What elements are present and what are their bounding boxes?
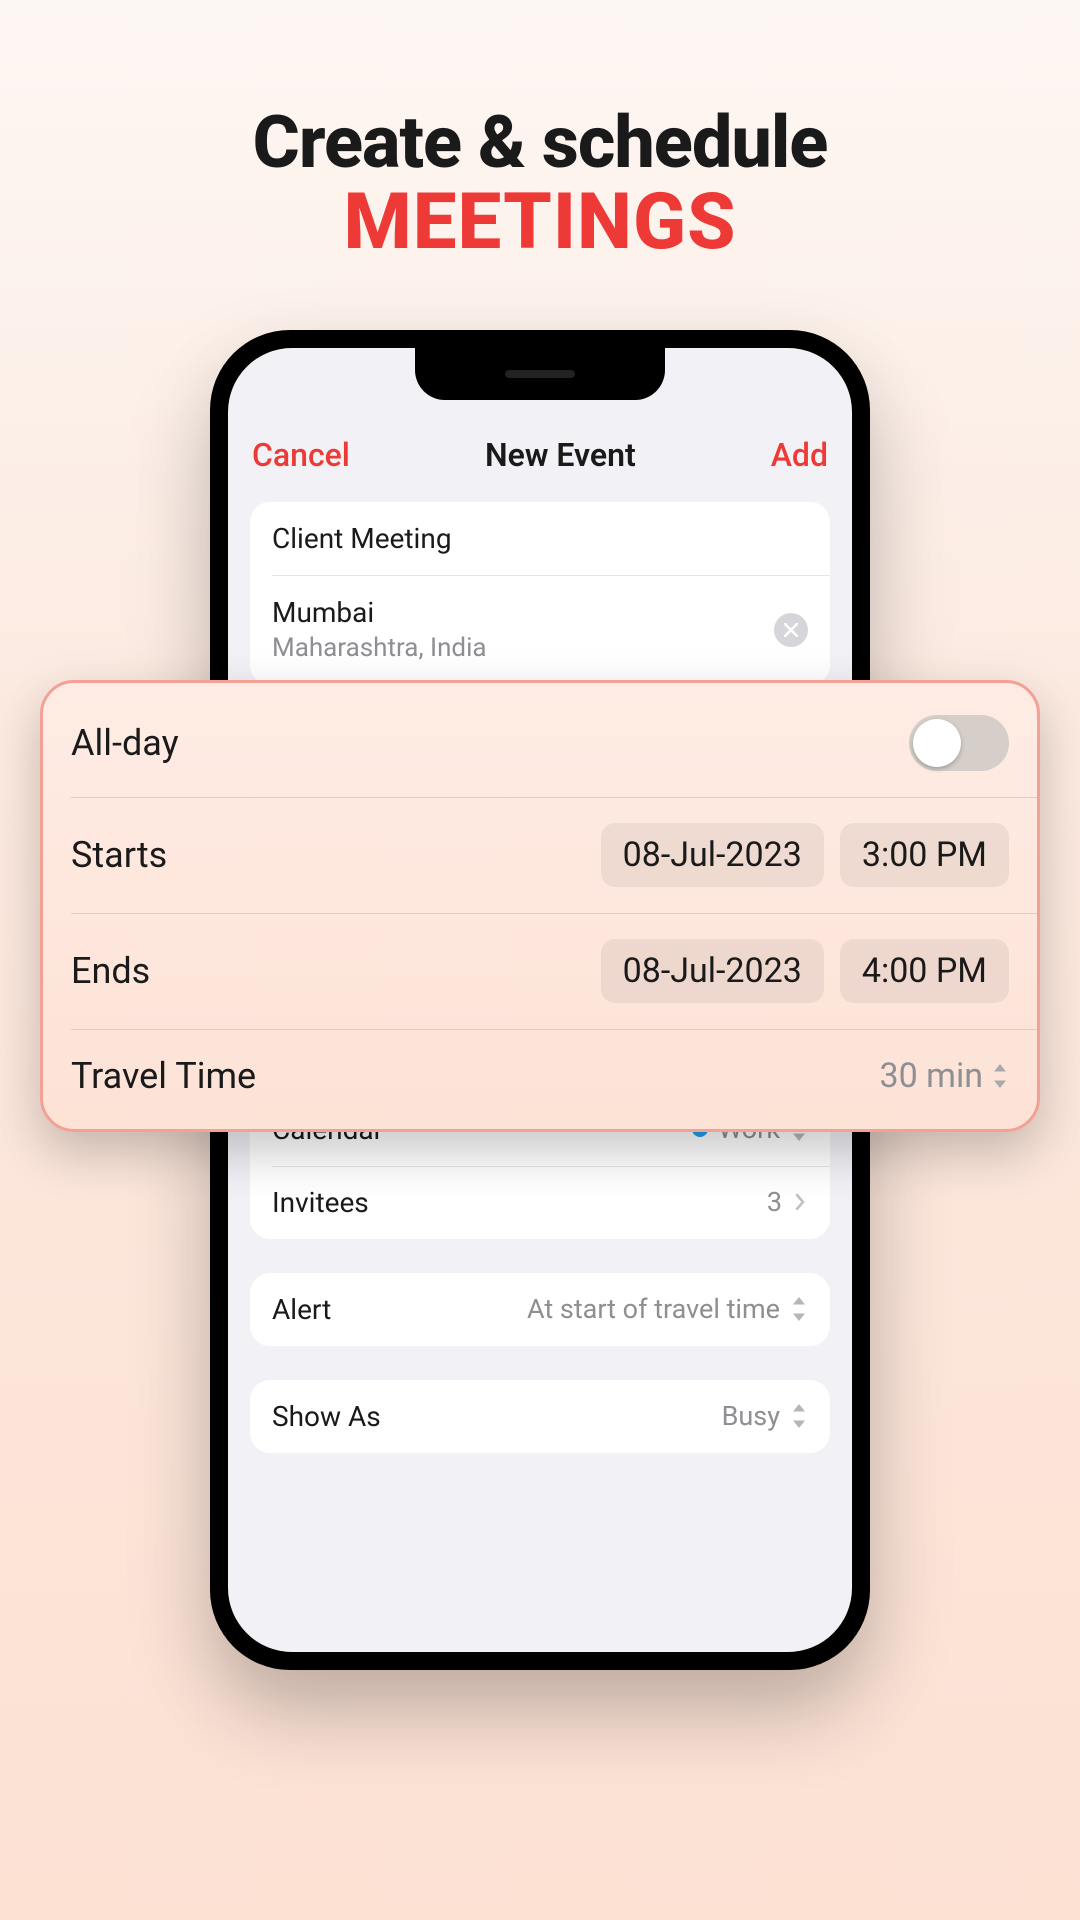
alert-card: Alert At start of travel time [250,1273,830,1346]
all-day-row: All-day [43,689,1037,797]
showas-row[interactable]: Show As Busy [250,1380,830,1453]
ends-row: Ends 08-Jul-2023 4:00 PM [43,913,1037,1029]
updown-icon [991,1064,1009,1088]
time-popout-card: All-day Starts 08-Jul-2023 3:00 PM Ends … [40,680,1040,1132]
all-day-toggle[interactable] [909,715,1009,771]
starts-date-chip[interactable]: 08-Jul-2023 [601,823,824,887]
alert-value: At start of travel time [527,1293,780,1325]
updown-icon [790,1404,808,1428]
marketing-headline: Create & schedule MEETINGS [0,0,1080,262]
travel-time-value: 30 min [879,1056,983,1096]
ends-time-chip[interactable]: 4:00 PM [840,939,1009,1003]
showas-label: Show As [272,1400,381,1433]
location-secondary: Maharashtra, India [272,632,487,665]
ends-label: Ends [71,950,150,992]
event-basic-card: Client Meeting Mumbai Maharashtra, India [250,502,830,685]
close-icon [784,623,798,637]
alert-label: Alert [272,1293,331,1326]
invitees-value-group: 3 [767,1186,808,1218]
chevron-right-icon [792,1194,808,1210]
showas-value-group: Busy [722,1400,808,1432]
headline-line-1: Create & schedule [0,105,1080,181]
event-title-field[interactable]: Client Meeting [250,502,830,575]
toggle-knob [913,719,961,767]
navbar: Cancel New Event Add [228,418,852,502]
travel-time-row[interactable]: Travel Time 30 min [43,1029,1037,1123]
starts-label: Starts [71,834,167,876]
event-location-text: Mumbai Maharashtra, India [272,595,487,665]
add-button[interactable]: Add [771,436,828,474]
starts-row: Starts 08-Jul-2023 3:00 PM [43,797,1037,913]
starts-time-chip[interactable]: 3:00 PM [840,823,1009,887]
invitees-label: Invitees [272,1186,369,1219]
phone-notch [415,348,665,400]
cancel-button[interactable]: Cancel [252,436,350,474]
ends-date-chip[interactable]: 08-Jul-2023 [601,939,824,1003]
location-primary: Mumbai [272,595,487,630]
showas-card: Show As Busy [250,1380,830,1453]
all-day-label: All-day [71,722,179,764]
invitees-value: 3 [767,1186,782,1218]
alert-value-group: At start of travel time [527,1293,808,1325]
event-location-field[interactable]: Mumbai Maharashtra, India [250,575,830,685]
updown-icon [790,1297,808,1321]
event-title-value: Client Meeting [272,522,452,555]
showas-value: Busy [722,1400,780,1432]
headline-line-2: MEETINGS [0,183,1080,263]
clear-location-button[interactable] [774,613,808,647]
invitees-row[interactable]: Invitees 3 [250,1166,830,1239]
page-title: New Event [485,436,636,474]
travel-time-label: Travel Time [71,1055,256,1097]
alert-row[interactable]: Alert At start of travel time [250,1273,830,1346]
